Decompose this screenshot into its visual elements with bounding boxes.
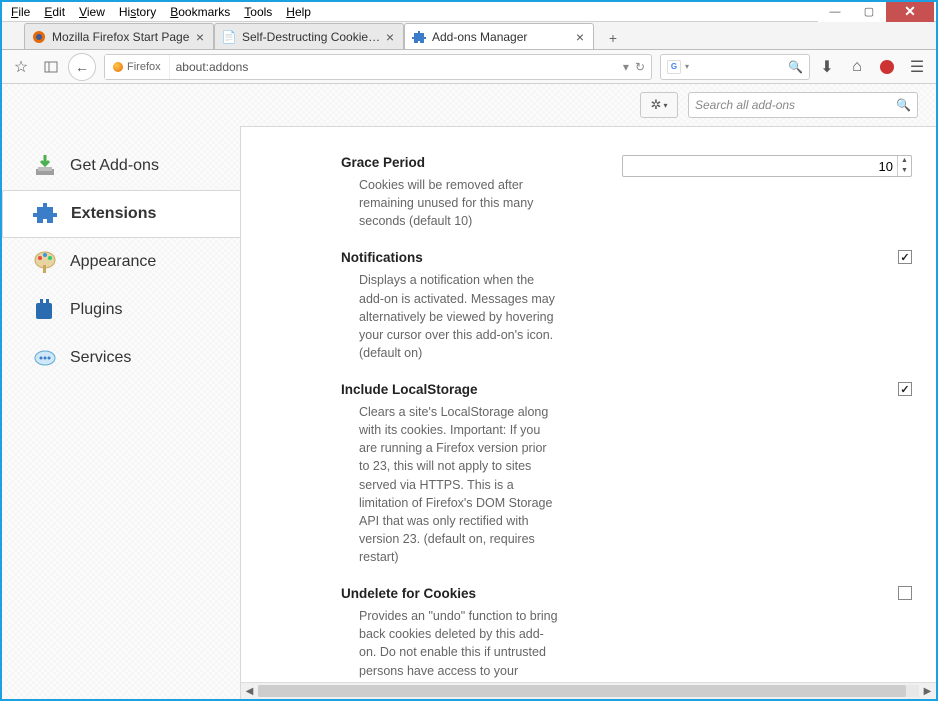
window-frame: File Edit View History Bookmarks Tools H… (0, 0, 938, 701)
menu-icon[interactable]: ☰ (904, 54, 930, 80)
scroll-track[interactable] (258, 685, 919, 697)
tab-label: Self-Destructing Cookies -- Sur... (242, 30, 383, 44)
home-icon[interactable]: ⌂ (844, 54, 870, 80)
tools-menu-button[interactable]: ✲▾ (640, 92, 678, 118)
page-icon: 📄 (221, 29, 237, 45)
sidebar-item-get-addons[interactable]: Get Add-ons (2, 142, 240, 190)
window-controls: — ▢ ✕ (818, 2, 934, 22)
menu-tools[interactable]: Tools (237, 4, 279, 20)
tab-label: Add-ons Manager (432, 30, 573, 44)
addon-icon (411, 29, 427, 45)
content-area: ✲▾ Search all add-ons 🔍 Get Add-ons Exte… (2, 84, 936, 699)
sidebar-item-plugins[interactable]: Plugins (2, 286, 240, 334)
sidebar-item-services[interactable]: Services (2, 334, 240, 382)
sidebar-icon[interactable] (38, 54, 64, 80)
menu-edit[interactable]: Edit (37, 4, 72, 20)
new-tab-button[interactable]: + (600, 27, 626, 49)
menu-history[interactable]: History (112, 4, 163, 20)
url-actions: ▾ ↻ (617, 60, 651, 74)
tab-close-icon[interactable]: × (573, 30, 587, 44)
back-button[interactable]: ← (68, 53, 96, 81)
url-text[interactable]: about:addons (170, 60, 617, 74)
bookmark-star-icon[interactable]: ☆ (8, 54, 34, 80)
extensions-icon (33, 201, 59, 227)
tab-label: Mozilla Firefox Start Page (52, 30, 193, 44)
menu-view[interactable]: View (72, 4, 112, 20)
menu-bar: File Edit View History Bookmarks Tools H… (2, 2, 936, 22)
identity-label: Firefox (127, 61, 161, 73)
google-icon: G (667, 60, 681, 74)
addon-body: Get Add-ons Extensions Appearance Plugin… (2, 126, 936, 699)
grace-period-input[interactable] (622, 155, 912, 177)
search-box[interactable]: G ▾ 🔍 (660, 54, 810, 80)
tab-close-icon[interactable]: × (383, 30, 397, 44)
sidebar-item-label: Services (70, 349, 131, 367)
tab-close-icon[interactable]: × (193, 30, 207, 44)
reload-icon[interactable]: ↻ (635, 60, 645, 74)
pref-title: Grace Period (341, 155, 559, 170)
downloads-icon[interactable]: ⬇ (814, 54, 840, 80)
scroll-left-icon[interactable]: ◀ (241, 686, 258, 697)
tab-1[interactable]: 📄 Self-Destructing Cookies -- Sur... × (214, 23, 404, 49)
firefox-icon (31, 29, 47, 45)
site-identity[interactable]: Firefox (105, 55, 170, 79)
pref-undelete: Undelete for Cookies Provides an "undo" … (341, 586, 912, 682)
category-sidebar: Get Add-ons Extensions Appearance Plugin… (2, 126, 240, 699)
undelete-checkbox[interactable] (898, 586, 912, 600)
sidebar-item-label: Appearance (70, 253, 156, 271)
minimize-button[interactable]: — (818, 2, 852, 22)
close-button[interactable]: ✕ (886, 2, 934, 22)
get-addons-icon (32, 153, 58, 179)
sidebar-item-label: Plugins (70, 301, 122, 319)
pref-title: Notifications (341, 250, 559, 265)
sidebar-item-label: Extensions (71, 205, 156, 223)
notifications-checkbox[interactable] (898, 250, 912, 264)
pref-desc: Provides an "undo" function to bring bac… (341, 607, 559, 682)
appearance-icon (32, 249, 58, 275)
search-icon[interactable]: 🔍 (788, 60, 803, 74)
horizontal-scrollbar[interactable]: ◀ ▶ (241, 682, 936, 699)
menu-bookmarks[interactable]: Bookmarks (163, 4, 237, 20)
pref-title: Undelete for Cookies (341, 586, 559, 601)
search-icon[interactable]: 🔍 (896, 98, 911, 112)
addon-header: ✲▾ Search all add-ons 🔍 (2, 84, 936, 126)
plugins-icon (32, 297, 58, 323)
toolbar: ☆ ← Firefox about:addons ▾ ↻ G ▾ 🔍 ⬇ ⌂ ☰ (2, 50, 936, 84)
scroll-right-icon[interactable]: ▶ (919, 686, 936, 697)
preferences-panel: Grace Period Cookies will be removed aft… (240, 126, 936, 699)
addon-search-placeholder: Search all add-ons (695, 98, 795, 112)
pref-desc: Displays a notification when the add-on … (341, 271, 559, 362)
tab-0[interactable]: Mozilla Firefox Start Page × (24, 23, 214, 49)
pref-grace-period: Grace Period Cookies will be removed aft… (341, 155, 912, 230)
sidebar-item-extensions[interactable]: Extensions (2, 190, 240, 238)
addon-search-box[interactable]: Search all add-ons 🔍 (688, 92, 918, 118)
sidebar-item-label: Get Add-ons (70, 157, 159, 175)
pref-title: Include LocalStorage (341, 382, 559, 397)
pref-desc: Clears a site's LocalStorage along with … (341, 403, 559, 566)
pref-desc: Cookies will be removed after remaining … (341, 176, 559, 230)
maximize-button[interactable]: ▢ (852, 2, 886, 22)
scroll-thumb[interactable] (258, 685, 906, 697)
firefox-icon (113, 62, 123, 72)
services-icon (32, 345, 58, 371)
localstorage-checkbox[interactable] (898, 382, 912, 396)
tab-strip: Mozilla Firefox Start Page × 📄 Self-Dest… (2, 22, 936, 50)
url-bar[interactable]: Firefox about:addons ▾ ↻ (104, 54, 652, 80)
pref-notifications: Notifications Displays a notification wh… (341, 250, 912, 362)
dropdown-icon[interactable]: ▾ (623, 60, 629, 74)
adblock-icon[interactable] (874, 54, 900, 80)
sidebar-item-appearance[interactable]: Appearance (2, 238, 240, 286)
menu-file[interactable]: File (4, 4, 37, 20)
number-spinner[interactable]: ▲▼ (897, 156, 911, 176)
menu-help[interactable]: Help (279, 4, 318, 20)
preferences-scroll[interactable]: Grace Period Cookies will be removed aft… (241, 127, 936, 682)
tab-2[interactable]: Add-ons Manager × (404, 23, 594, 49)
pref-localstorage: Include LocalStorage Clears a site's Loc… (341, 382, 912, 566)
search-dropdown-icon[interactable]: ▾ (685, 62, 689, 71)
